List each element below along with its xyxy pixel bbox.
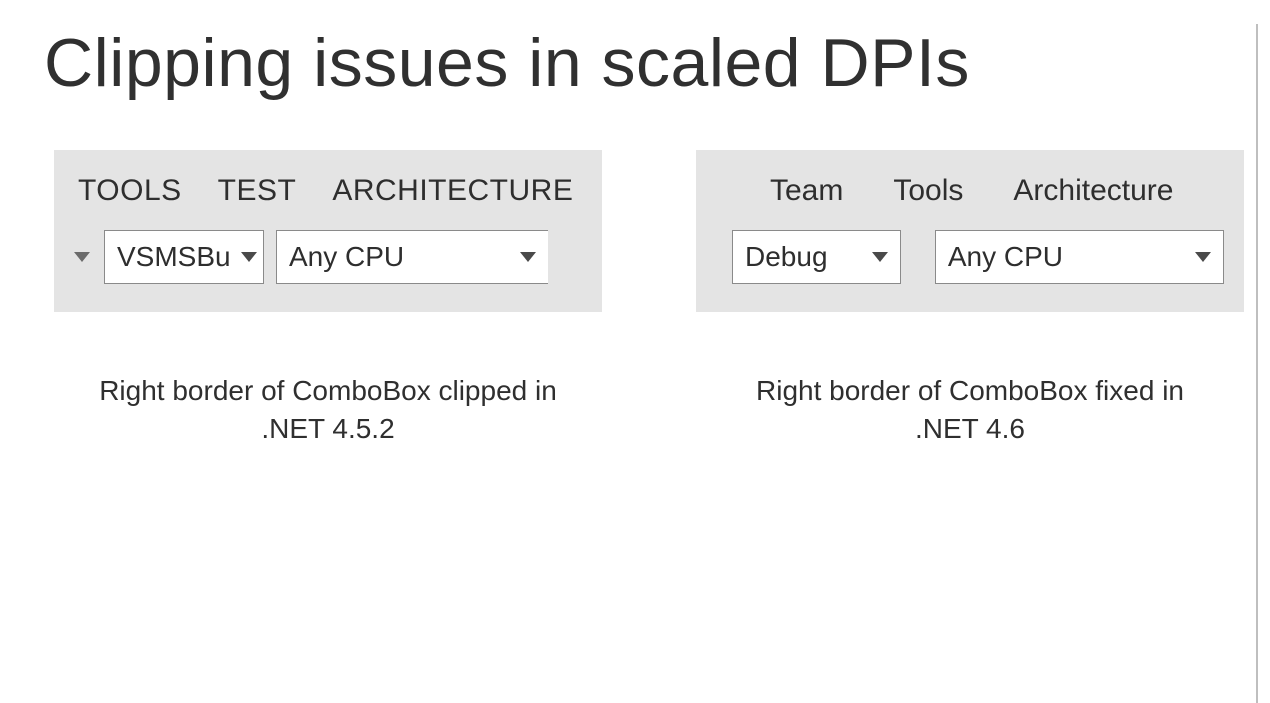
- menu-item-architecture[interactable]: ARCHITECTURE: [332, 174, 573, 208]
- platform-combobox-fixed[interactable]: Any CPU: [935, 230, 1224, 284]
- slide: Clipping issues in scaled DPIs TOOLS TES…: [0, 24, 1258, 703]
- menu-item-architecture[interactable]: Architecture: [1013, 174, 1173, 208]
- caption-fixed: Right border of ComboBox fixed in .NET 4…: [696, 372, 1244, 448]
- slide-title: Clipping issues in scaled DPIs: [44, 24, 1256, 102]
- menu-item-tools[interactable]: Tools: [893, 174, 963, 208]
- chevron-down-icon: [241, 252, 257, 262]
- platform-value: Any CPU: [289, 241, 404, 273]
- example-fixed: Team Tools Architecture Debug Any CPU Ri…: [696, 150, 1244, 448]
- platform-combobox-clipped[interactable]: Any CPU: [276, 230, 548, 284]
- menu-row-fixed: Team Tools Architecture: [732, 174, 1224, 208]
- chevron-down-icon: [1195, 252, 1211, 262]
- menu-item-test[interactable]: TEST: [218, 174, 297, 208]
- controls-row-fixed: Debug Any CPU: [732, 230, 1224, 284]
- overflow-dropdown-icon[interactable]: [74, 252, 90, 262]
- menu-item-tools[interactable]: TOOLS: [78, 174, 182, 208]
- chevron-down-icon: [520, 252, 536, 262]
- controls-row-clipped: VSMSBu Any CPU: [74, 230, 582, 284]
- configuration-combobox-fixed[interactable]: Debug: [732, 230, 901, 284]
- examples-row: TOOLS TEST ARCHITECTURE VSMSBu Any CPU: [54, 150, 1256, 448]
- menu-item-team[interactable]: Team: [770, 174, 843, 208]
- toolbar-fixed: Team Tools Architecture Debug Any CPU: [696, 150, 1244, 312]
- configuration-value: VSMSBu: [117, 241, 231, 273]
- platform-value: Any CPU: [948, 241, 1063, 273]
- chevron-down-icon: [872, 252, 888, 262]
- configuration-combobox-clipped[interactable]: VSMSBu: [104, 230, 264, 284]
- caption-clipped: Right border of ComboBox clipped in .NET…: [54, 372, 602, 448]
- configuration-value: Debug: [745, 241, 828, 273]
- toolbar-clipped: TOOLS TEST ARCHITECTURE VSMSBu Any CPU: [54, 150, 602, 312]
- example-clipped: TOOLS TEST ARCHITECTURE VSMSBu Any CPU: [54, 150, 602, 448]
- menu-row-clipped: TOOLS TEST ARCHITECTURE: [74, 174, 582, 208]
